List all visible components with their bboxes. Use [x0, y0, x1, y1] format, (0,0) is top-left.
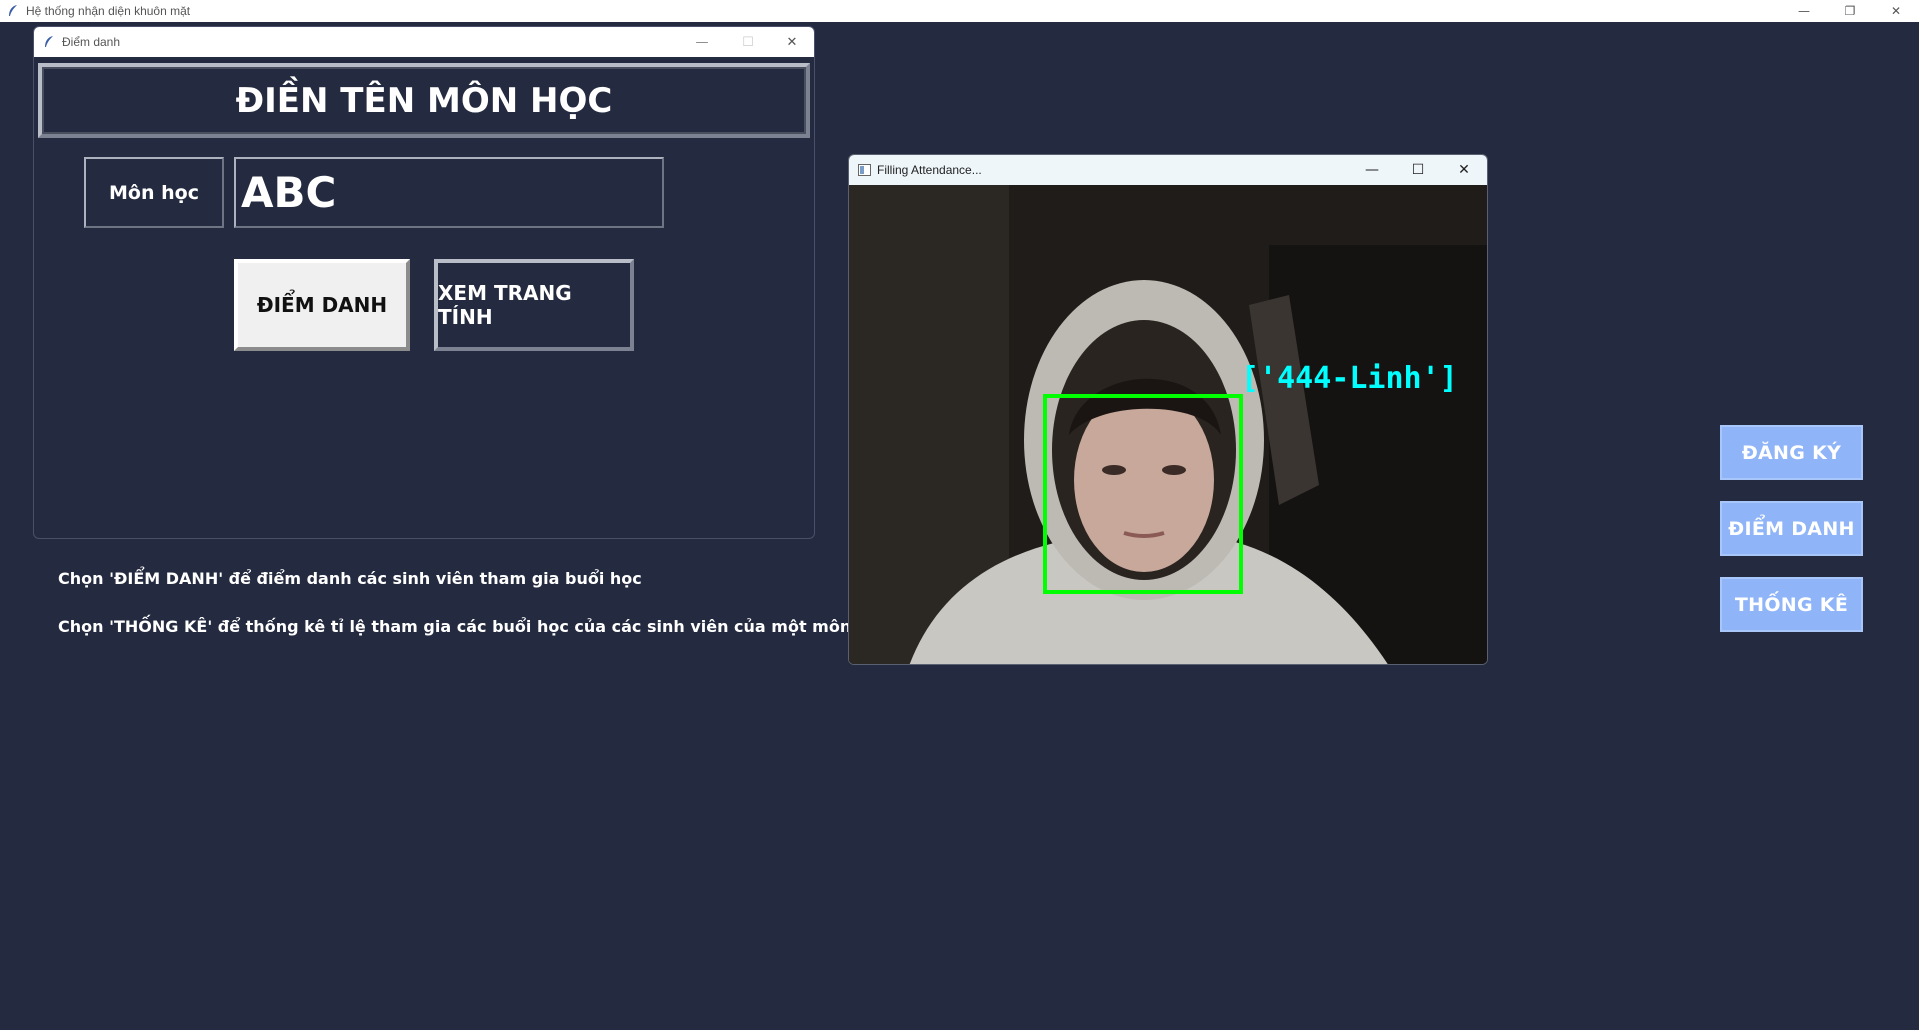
camera-window: Filling Attendance... — ☐ ✕ ['444-Linh'] — [848, 154, 1488, 665]
dialog-header-title: ĐIỀN TÊN MÔN HỌC — [235, 80, 613, 121]
main-window-controls: — ❐ ✕ — [1781, 0, 1919, 22]
instruction-statistics: Chọn 'THỐNG KÊ' để thống kê tỉ lệ tham g… — [58, 617, 889, 636]
feather-icon — [6, 4, 20, 18]
camera-titlebar: Filling Attendance... — ☐ ✕ — [849, 155, 1487, 185]
camera-window-title: Filling Attendance... — [877, 163, 982, 177]
camera-feed: ['444-Linh'] — [849, 185, 1487, 664]
dialog-title: Điểm danh — [62, 35, 121, 49]
feather-icon — [42, 35, 56, 49]
restore-button[interactable]: ❐ — [1827, 0, 1873, 22]
main-window-title: Hệ thống nhận diện khuôn mặt — [26, 4, 191, 18]
dialog-minimize-button[interactable]: — — [680, 27, 724, 57]
view-sheet-button[interactable]: XEM TRANG TÍNH — [434, 259, 634, 351]
main-titlebar: Hệ thống nhận diện khuôn mặt — ❐ ✕ — [0, 0, 1919, 22]
instruction-attendance: Chọn 'ĐIỂM DANH' để điểm danh các sinh v… — [58, 569, 642, 588]
camera-maximize-button[interactable]: ☐ — [1395, 155, 1441, 185]
camera-close-button[interactable]: ✕ — [1441, 155, 1487, 185]
subject-input[interactable] — [241, 168, 662, 217]
dialog-maximize-button[interactable]: ☐ — [726, 27, 770, 57]
face-detection-box — [1043, 394, 1243, 594]
subject-input-box[interactable] — [234, 157, 664, 228]
dialog-titlebar: Điểm danh — ☐ ✕ — [34, 27, 814, 57]
window-icon — [857, 163, 871, 177]
camera-minimize-button[interactable]: — — [1349, 155, 1395, 185]
take-attendance-button[interactable]: ĐIỂM DANH — [234, 259, 410, 351]
subject-label: Môn học — [84, 157, 224, 228]
dialog-header: ĐIỀN TÊN MÔN HỌC — [38, 63, 810, 138]
recognized-name-label: ['444-Linh'] — [1241, 361, 1458, 396]
register-button[interactable]: ĐĂNG KÝ — [1720, 425, 1863, 480]
dialog-close-button[interactable]: ✕ — [770, 27, 814, 57]
attendance-button[interactable]: ĐIỂM DANH — [1720, 501, 1863, 556]
minimize-button[interactable]: — — [1781, 0, 1827, 22]
statistics-button[interactable]: THỐNG KÊ — [1720, 577, 1863, 632]
close-button[interactable]: ✕ — [1873, 0, 1919, 22]
attendance-dialog: Điểm danh — ☐ ✕ ĐIỀN TÊN MÔN HỌC Môn học… — [33, 26, 815, 539]
